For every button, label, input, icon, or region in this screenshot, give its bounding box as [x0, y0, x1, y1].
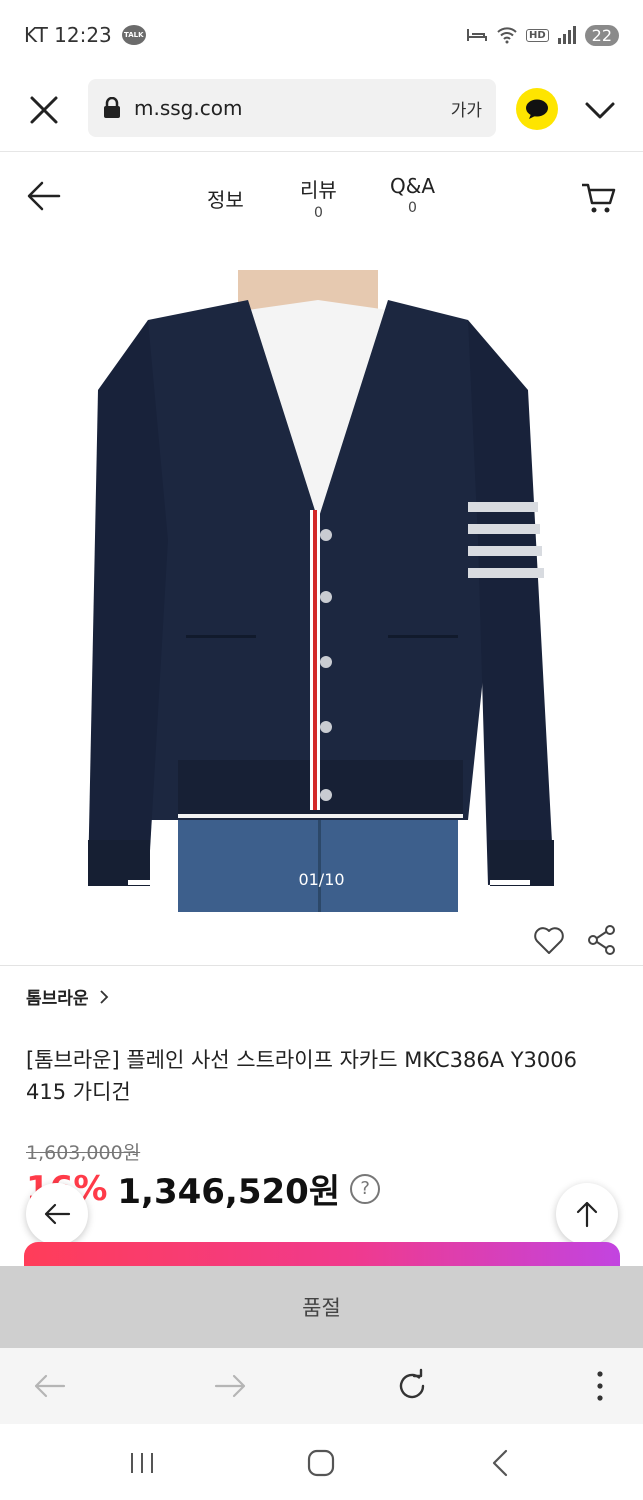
home-icon[interactable] — [306, 1448, 336, 1478]
tab-reviews-count: 0 — [313, 205, 323, 221]
scroll-top-button[interactable] — [556, 1183, 618, 1245]
close-icon[interactable] — [24, 90, 64, 130]
arrow-up-icon — [576, 1201, 598, 1228]
tab-reviews[interactable]: 리뷰 0 — [300, 174, 337, 221]
tab-qna-count: 0 — [408, 200, 417, 216]
system-nav-bar — [0, 1424, 643, 1500]
url-bar[interactable]: m.ssg.com 가가 — [88, 79, 496, 137]
carrier-time: KT 12:23 — [24, 23, 112, 47]
cardigan-photo — [88, 240, 554, 912]
chevron-right-icon — [99, 989, 108, 1004]
hd-voice-icon: HD — [525, 28, 549, 42]
tab-info-label: 정보 — [207, 188, 244, 212]
brand-link[interactable]: 톰브라운 — [26, 984, 109, 1009]
kakao-talk-icon — [526, 99, 548, 119]
product-image[interactable] — [88, 240, 554, 912]
signal-icon — [557, 26, 576, 44]
kakao-talk-notification-icon: TALK — [121, 25, 146, 45]
help-icon[interactable]: ? — [350, 1173, 381, 1204]
browser-nav-bar — [0, 1348, 643, 1424]
history-back-button[interactable] — [26, 1183, 88, 1245]
kakao-talk-button[interactable] — [516, 88, 558, 130]
font-size-button[interactable]: 가가 — [451, 96, 482, 121]
wifi-icon — [497, 27, 517, 44]
original-price: 1,603,000원 — [26, 1142, 141, 1164]
tab-qna[interactable]: Q&A 0 — [390, 174, 435, 216]
sleep-mode-icon — [466, 29, 487, 41]
heart-icon[interactable] — [532, 924, 566, 958]
tab-info[interactable]: 정보 — [207, 184, 244, 213]
tab-reviews-label: 리뷰 — [300, 178, 337, 202]
share-icon[interactable] — [586, 924, 618, 956]
browser-url-row: m.ssg.com 가가 — [0, 70, 643, 152]
sale-price: 1,346,520원 — [117, 1172, 341, 1212]
soldout-label: 품절 — [302, 1296, 341, 1320]
recent-apps-icon[interactable] — [127, 1448, 157, 1478]
browser-forward-icon[interactable] — [212, 1368, 248, 1404]
cart-icon[interactable] — [580, 180, 616, 216]
browser-back-icon[interactable] — [32, 1368, 68, 1404]
chevron-down-icon[interactable] — [582, 92, 618, 128]
reload-icon[interactable] — [394, 1368, 430, 1404]
status-bar: KT 12:23 TALK HD 22 — [0, 0, 643, 70]
brand-name: 톰브라운 — [26, 989, 89, 1009]
lock-icon — [104, 97, 120, 118]
tab-qna-label: Q&A — [390, 174, 436, 198]
more-vertical-icon[interactable] — [582, 1368, 618, 1404]
product-header: 정보 리뷰 0 Q&A 0 — [0, 152, 643, 240]
back-arrow-icon[interactable] — [26, 178, 62, 214]
product-title: [톰브라운] 플레인 사선 스트라이프 자카드 MKC386A Y3006 41… — [26, 1048, 577, 1104]
url-text: m.ssg.com — [134, 96, 243, 120]
product-actions — [0, 920, 643, 966]
image-counter: 01/10 — [298, 870, 345, 889]
back-arrow-icon — [44, 1203, 71, 1225]
system-back-icon[interactable] — [486, 1448, 516, 1478]
soldout-button[interactable]: 품절 — [0, 1266, 643, 1348]
battery-indicator: 22 — [584, 24, 619, 46]
